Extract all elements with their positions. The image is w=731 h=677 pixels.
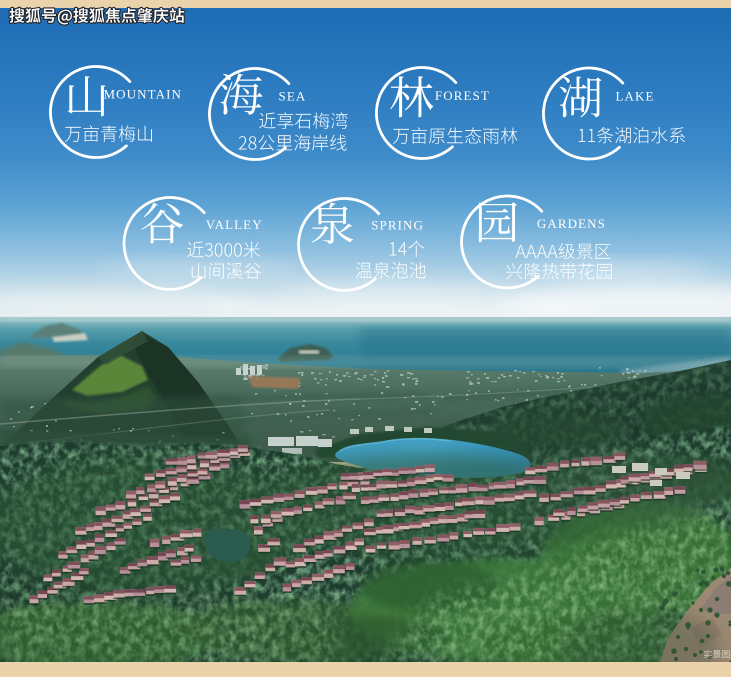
svg-text:SEA: SEA [279, 88, 307, 103]
svg-text:MOUNTAIN: MOUNTAIN [104, 86, 183, 101]
svg-text:LAKE: LAKE [616, 89, 655, 104]
svg-text:FOREST: FOREST [435, 88, 490, 103]
svg-text:SPRING: SPRING [371, 218, 424, 233]
svg-text:GARDENS: GARDENS [537, 216, 606, 231]
svg-text:VALLEY: VALLEY [206, 217, 263, 232]
